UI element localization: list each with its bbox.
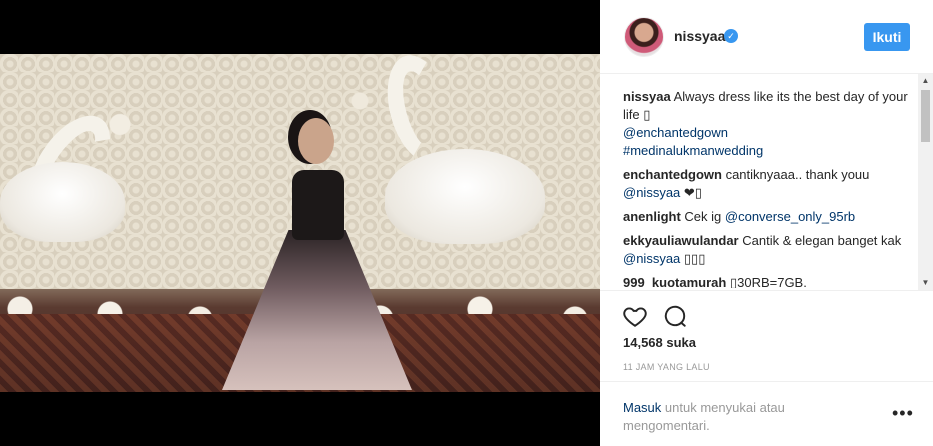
login-prompt: Masuk untuk menyukai atau mengomentari.: [623, 399, 853, 435]
scroll-thumb[interactable]: [921, 90, 930, 142]
comment-item: anenlight Cek ig @converse_only_95rb: [623, 208, 915, 226]
comment-item: enchantedgown cantiknyaaa.. thank youu @…: [623, 166, 915, 202]
comment-item: ekkyauliawulandar Cantik & elegan banget…: [623, 232, 915, 268]
mention-link[interactable]: @nissyaa: [623, 185, 680, 200]
post-header: nissyaa ✓ Ikuti: [600, 0, 933, 74]
swan-sculpture-left: [0, 162, 125, 242]
comment-text: ▯30RB=7GB.: [729, 275, 807, 288]
mention-link[interactable]: @converse_only_95rb: [725, 209, 855, 224]
woman-in-gown: [222, 110, 412, 390]
comments-scrollbar[interactable]: ▲ ▼: [918, 74, 933, 290]
post-footer: Masuk untuk menyukai atau mengomentari. …: [600, 381, 933, 446]
post-side-panel: nissyaa ✓ Ikuti nissyaa Always dress lik…: [600, 0, 933, 446]
mention-link[interactable]: @nissyaa: [623, 251, 680, 266]
comment-emoji: ▯▯▯: [683, 251, 706, 266]
comment-author[interactable]: ekkyauliawulandar: [623, 233, 739, 248]
login-link[interactable]: Masuk: [623, 400, 661, 415]
comment-text: cantiknyaaa.. thank youu: [725, 167, 870, 182]
hashtag-link[interactable]: #medinalukmanwedding: [623, 143, 763, 158]
comment-text: Cek ig: [684, 209, 722, 224]
more-options-icon[interactable]: •••: [892, 404, 914, 422]
like-count[interactable]: 14,568 suka: [623, 335, 696, 350]
media-pane: [0, 0, 600, 446]
heart-icon[interactable]: [622, 303, 650, 331]
action-bar: [600, 290, 933, 340]
woman-head: [298, 118, 334, 164]
comment-text: Cantik & elegan banget kak: [742, 233, 902, 248]
comment-emoji: ❤▯: [683, 185, 702, 200]
avatar[interactable]: [624, 17, 664, 57]
gown-skirt: [222, 230, 412, 390]
verified-badge-icon: ✓: [724, 29, 738, 43]
comment-author[interactable]: 999_kuotamurah: [623, 275, 726, 288]
caption: nissyaa Always dress like its the best d…: [623, 88, 915, 160]
comment-item: 999_kuotamurah ▯30RB=7GB.: [623, 274, 915, 288]
comment-author[interactable]: enchantedgown: [623, 167, 722, 182]
comment-author[interactable]: anenlight: [623, 209, 681, 224]
follow-button[interactable]: Ikuti: [864, 23, 910, 51]
comment-icon[interactable]: [662, 303, 690, 331]
post-timestamp[interactable]: 11 JAM YANG LALU: [623, 362, 710, 372]
gown-bodice: [292, 170, 344, 240]
mention-link[interactable]: @enchantedgown: [623, 125, 728, 140]
scroll-down-arrow-icon[interactable]: ▼: [918, 276, 933, 290]
post-photo[interactable]: [0, 54, 600, 392]
comment-list[interactable]: nissyaa Always dress like its the best d…: [623, 88, 915, 288]
username-link[interactable]: nissyaa: [674, 28, 725, 44]
comment-author[interactable]: nissyaa: [623, 89, 671, 104]
scroll-up-arrow-icon[interactable]: ▲: [918, 74, 933, 88]
